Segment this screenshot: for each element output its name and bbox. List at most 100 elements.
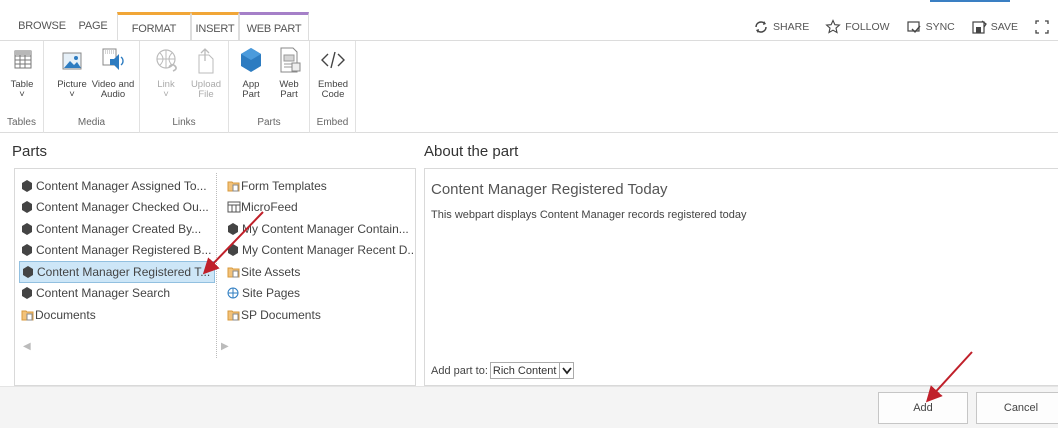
- focus-button[interactable]: [1034, 19, 1050, 35]
- list-item-label: Content Manager Search: [36, 286, 171, 301]
- list-item[interactable]: My Content Manager Contain...: [225, 218, 415, 240]
- app-part-icon: [22, 287, 32, 300]
- chevron-down-icon: ˅: [19, 89, 25, 100]
- share-label: SHARE: [773, 21, 810, 33]
- about-heading: About the part: [424, 143, 519, 160]
- list-item-label: Content Manager Created By...: [36, 221, 202, 236]
- site-pages-icon: [227, 287, 239, 299]
- save-label: SAVE: [990, 21, 1018, 33]
- upload-file-button[interactable]: Upload File: [186, 45, 226, 100]
- sync-icon: [906, 21, 921, 34]
- part-description: This webpart displays Content Manager re…: [431, 209, 747, 221]
- list-item[interactable]: Content Manager Checked Ou...: [19, 197, 215, 219]
- group-links: Link ˅ Upload File Links: [140, 41, 229, 133]
- scroll-left-icon[interactable]: ◀: [23, 341, 31, 352]
- list-item[interactable]: Content Manager Registered B...: [19, 240, 215, 262]
- save-icon: [972, 20, 987, 34]
- list-item[interactable]: Content Manager Assigned To...: [19, 175, 215, 197]
- tab-page[interactable]: PAGE: [73, 12, 113, 40]
- group-media: Picture ˅ Video and Audio Media: [44, 41, 140, 133]
- sync-button[interactable]: SYNC: [906, 19, 955, 35]
- globe-link-icon: [156, 49, 177, 72]
- list-item[interactable]: My Content Manager Recent D...: [225, 240, 415, 262]
- app-part-icon: [23, 265, 33, 278]
- app-part-icon: [22, 244, 32, 257]
- table-icon: [14, 50, 32, 69]
- tab-web-part[interactable]: WEB PART: [239, 12, 309, 40]
- list-item-label: My Content Manager Contain...: [242, 221, 409, 236]
- link-button[interactable]: Link ˅: [146, 45, 186, 100]
- parts-heading: Parts: [12, 143, 48, 160]
- focus-icon: [1035, 20, 1049, 34]
- tab-browse[interactable]: BROWSE: [17, 12, 67, 40]
- share-button[interactable]: SHARE: [753, 19, 809, 35]
- follow-button[interactable]: FOLLOW: [825, 19, 890, 35]
- page-actions: SHARE FOLLOW SYNC SAVE: [753, 17, 1058, 37]
- web-part-button[interactable]: Web Part: [269, 45, 309, 100]
- list-item-label: MicroFeed: [241, 200, 298, 215]
- chevron-down-icon: ˅: [69, 89, 75, 100]
- cancel-button[interactable]: Cancel: [976, 392, 1058, 424]
- app-part-icon: [241, 48, 261, 72]
- library-icon: [227, 310, 240, 321]
- list-item-label: My Content Manager Recent D...: [242, 243, 415, 258]
- scroll-right-icon[interactable]: ▶: [221, 341, 229, 352]
- app-part-icon: [22, 179, 32, 192]
- group-label-media: Media: [77, 117, 106, 128]
- app-part-button[interactable]: App Part: [231, 45, 271, 100]
- tab-insert[interactable]: INSERT: [191, 12, 239, 40]
- library-icon: [227, 267, 240, 278]
- chevron-down-icon: [559, 363, 573, 378]
- video-audio-button[interactable]: Video and Audio: [90, 45, 136, 100]
- list-item[interactable]: Content Manager Created By...: [19, 218, 215, 240]
- table-button[interactable]: Table ˅: [2, 45, 42, 100]
- about-part-panel: Content Manager Registered Today This we…: [424, 168, 1058, 386]
- list-item-label: Documents: [35, 307, 96, 322]
- star-icon: [825, 19, 841, 34]
- list-item-label: SP Documents: [241, 307, 321, 322]
- embed-code-icon: [321, 51, 345, 69]
- list-item[interactable]: Documents: [19, 304, 215, 326]
- group-tables: Table ˅ Tables: [0, 41, 44, 133]
- video-audio-label: Video and Audio: [91, 79, 135, 100]
- add-part-to-value: Rich Content: [492, 364, 557, 377]
- add-button[interactable]: Add: [878, 392, 968, 424]
- share-icon: [755, 21, 767, 33]
- tab-format-text[interactable]: FORMAT TEXT: [117, 12, 191, 63]
- group-parts: App Part Web Part Parts: [229, 41, 310, 133]
- list-item-label: Form Templates: [241, 178, 327, 193]
- list-item-selected[interactable]: Content Manager Registered T...: [19, 261, 215, 283]
- list-item-label: Site Pages: [242, 286, 301, 301]
- add-part-to-select[interactable]: Rich Content: [489, 362, 575, 379]
- app-part-icon: [22, 222, 32, 235]
- follow-label: FOLLOW: [845, 21, 890, 33]
- list-item[interactable]: Content Manager Search: [19, 283, 215, 305]
- embed-code-label: Embed Code: [317, 79, 349, 100]
- list-item[interactable]: Site Pages: [225, 283, 415, 305]
- chevron-down-icon: ˅: [163, 89, 169, 100]
- column-divider: [216, 173, 217, 358]
- upload-file-label: Upload File: [190, 79, 222, 100]
- ribbon-tab-bar: BROWSE PAGE FORMAT TEXT INSERT WEB PART …: [0, 0, 1058, 63]
- app-part-icon: [228, 244, 238, 257]
- app-part-icon: [22, 201, 32, 214]
- list-item[interactable]: Site Assets: [225, 261, 415, 283]
- group-label-parts: Parts: [257, 117, 281, 128]
- group-label-tables: Tables: [7, 117, 36, 128]
- embed-code-button[interactable]: Embed Code: [313, 45, 353, 100]
- list-item-label: Content Manager Assigned To...: [36, 178, 207, 193]
- web-part-icon: [280, 47, 301, 73]
- group-embed: Embed Code Embed: [310, 41, 356, 133]
- web-part-label: Web Part: [279, 79, 299, 100]
- picture-button[interactable]: Picture ˅: [52, 45, 92, 100]
- ribbon: Table ˅ Tables Picture ˅ Video and Audio…: [0, 41, 1058, 133]
- list-item[interactable]: Form Templates: [225, 175, 415, 197]
- library-icon: [21, 310, 34, 321]
- save-button[interactable]: SAVE: [971, 19, 1018, 35]
- list-item[interactable]: MicroFeed: [225, 197, 415, 219]
- sync-label: SYNC: [925, 21, 955, 33]
- list-item[interactable]: SP Documents: [225, 304, 415, 326]
- video-audio-icon: [102, 48, 124, 70]
- sharepoint-editor: BROWSE PAGE FORMAT TEXT INSERT WEB PART …: [0, 0, 1058, 428]
- top-accent-line: [930, 0, 1010, 2]
